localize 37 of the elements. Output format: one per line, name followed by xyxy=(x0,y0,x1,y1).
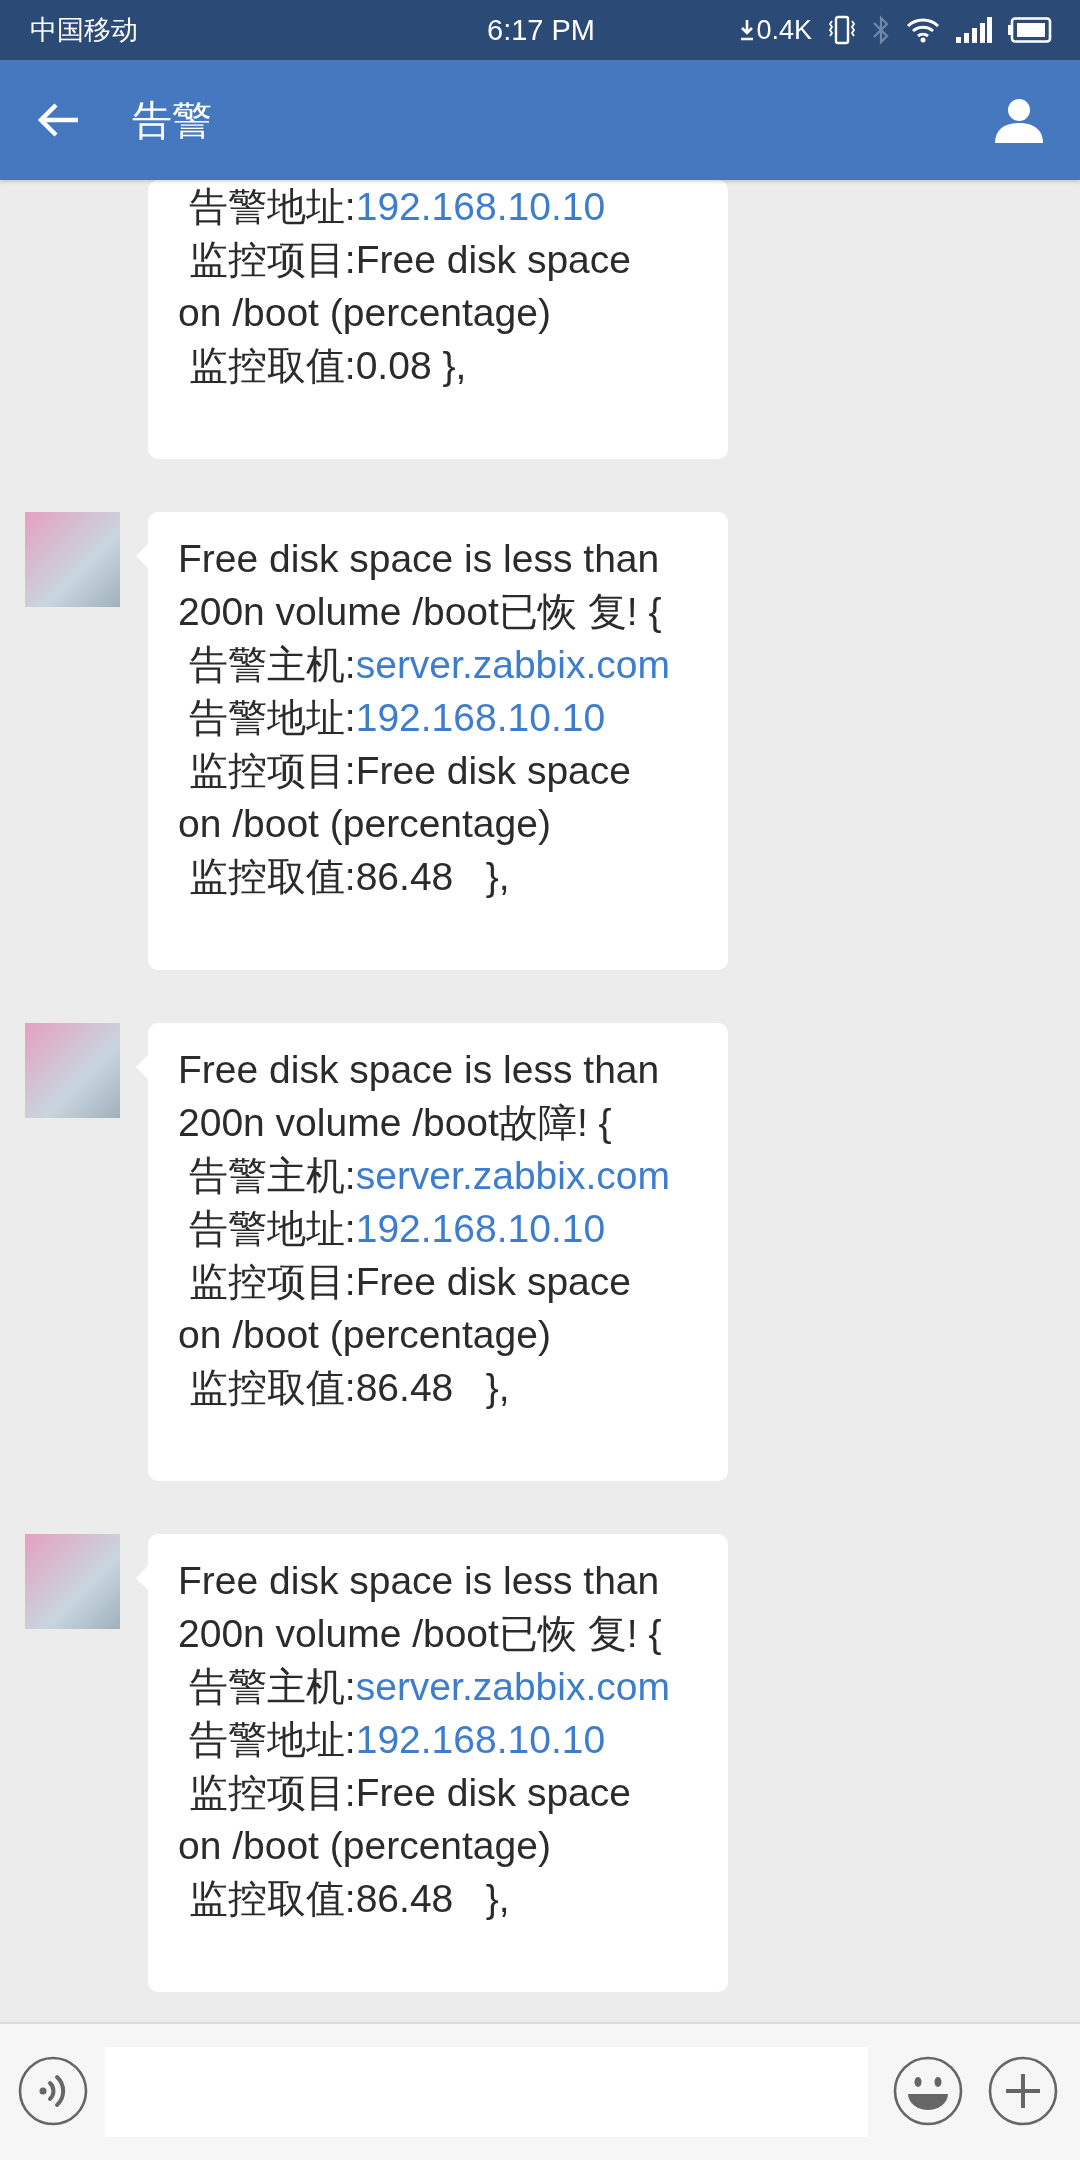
download-icon xyxy=(740,19,755,41)
message-text: 告警主机:server.zabbix.com xyxy=(187,1153,671,1199)
message-text: 监控项目:Free disk space on /boot (percentage) xyxy=(178,748,632,847)
signal-icon xyxy=(956,17,992,43)
message-text: 监控项目:Free disk space on /boot (percentage) xyxy=(178,237,632,336)
back-arrow-icon[interactable] xyxy=(38,102,80,138)
carrier-name: 中国移动 xyxy=(30,14,139,47)
message-text: Free disk space is less than 200n volume /boot已恢 复! { xyxy=(178,536,663,635)
message-text: Free disk space is less than 200n volume /boot故障! { xyxy=(178,1047,661,1146)
person-icon[interactable] xyxy=(994,97,1044,143)
battery-icon xyxy=(1008,17,1052,43)
network-speed: 0.4K xyxy=(756,14,812,46)
message-text: Free disk space is less than 200n volume /boot已恢 复! { xyxy=(178,1558,663,1657)
message-text: 告警地址:192.168.10.10 xyxy=(187,1206,607,1252)
clock: 6:17 PM xyxy=(486,13,596,47)
message-text: 告警地址:192.168.10.10 xyxy=(187,1717,607,1763)
message-text: 监控取值:0.08 }, xyxy=(187,343,468,389)
message-text: 监控项目:Free disk space on /boot (percentage) xyxy=(178,1259,632,1358)
message-text: 告警地址:192.168.10.10 xyxy=(187,184,607,230)
message-link[interactable]: 192.168.10.10 xyxy=(355,1207,606,1250)
wifi-icon xyxy=(906,17,940,43)
message-link[interactable]: 192.168.10.10 xyxy=(355,185,606,228)
message-text: 监控取值:86.48 }, xyxy=(187,854,511,900)
vibrate-icon xyxy=(828,15,856,45)
message-text: 告警主机:server.zabbix.com xyxy=(187,1664,671,1710)
message-link[interactable]: 192.168.10.10 xyxy=(355,696,606,739)
message-text: 监控取值:86.48 }, xyxy=(187,1365,511,1411)
message-link[interactable]: 192.168.10.10 xyxy=(355,1718,606,1761)
message-text: 监控取值:86.48 }, xyxy=(187,1876,511,1922)
message-text: 告警主机:server.zabbix.com xyxy=(187,642,671,688)
message-text: 监控项目:Free disk space on /boot (percentage) xyxy=(178,1770,632,1869)
message-link[interactable]: server.zabbix.com xyxy=(355,643,670,686)
bluetooth-icon xyxy=(872,15,890,45)
message-link[interactable]: server.zabbix.com xyxy=(355,1665,670,1708)
message-link[interactable]: server.zabbix.com xyxy=(355,1154,670,1197)
chat-title: 告警 xyxy=(132,96,213,144)
message-text: 告警地址:192.168.10.10 xyxy=(187,695,607,741)
